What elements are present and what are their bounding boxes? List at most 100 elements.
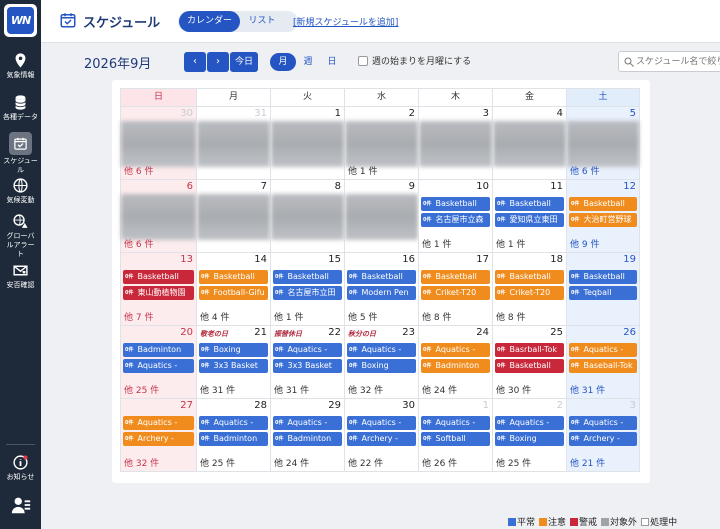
more-events-link[interactable]: 他 1 件: [422, 237, 451, 250]
sidebar-item-safety[interactable]: 安否確認: [0, 262, 41, 290]
more-events-link[interactable]: 他 30 件: [496, 383, 531, 396]
calendar-day[interactable]: 27 0件 Aquatics -0件 Archery -他 32 件: [120, 399, 196, 472]
calendar-day[interactable]: 24 0件 Aquatics -0件 Badminton 他 24 件: [418, 326, 492, 399]
event-chip[interactable]: 0件 東山動植物園: [123, 286, 194, 300]
today-button[interactable]: 今日: [230, 52, 258, 72]
more-events-link[interactable]: 他 1 件: [274, 310, 303, 323]
event-chip[interactable]: 0件 Basketball: [495, 197, 564, 211]
event-chip[interactable]: 0件 Basketball: [495, 270, 564, 284]
more-events-link[interactable]: 他 1 件: [348, 164, 377, 177]
calendar-day[interactable]: 2 他 1 件: [344, 107, 418, 180]
more-events-link[interactable]: 他 9 件: [570, 237, 599, 250]
event-chip[interactable]: 0件 愛知県立東田: [495, 213, 564, 227]
event-chip[interactable]: 0件 Boxing: [495, 432, 564, 446]
prev-month-button[interactable]: ‹: [184, 52, 206, 72]
event-chip[interactable]: 0件 Teqball: [569, 286, 637, 300]
view-week-button[interactable]: 週: [298, 53, 318, 71]
sidebar-item-notice[interactable]: お知らせ: [0, 454, 41, 482]
more-events-link[interactable]: 他 25 件: [124, 383, 159, 396]
event-chip[interactable]: 0件 Aquatics -: [123, 359, 194, 373]
event-chip[interactable]: 0件 Aquatics -: [199, 416, 268, 430]
search-box[interactable]: [618, 51, 720, 72]
event-chip[interactable]: 0件 Aquatics -: [347, 416, 416, 430]
event-chip[interactable]: 0件 Boxing: [347, 359, 416, 373]
calendar-day[interactable]: 10 0件 Basketball 0件 名古屋市立森他 1 件: [418, 180, 492, 253]
more-events-link[interactable]: 他 6 件: [124, 164, 153, 177]
more-events-link[interactable]: 他 21 件: [570, 456, 605, 469]
calendar-day[interactable]: 12 0件 Basketball 0件 大治町営野球他 9 件: [566, 180, 640, 253]
event-chip[interactable]: 0件 Aquatics -: [347, 343, 416, 357]
calendar-day[interactable]: 30 他 6 件: [120, 107, 196, 180]
event-chip[interactable]: 0件 Basketball: [569, 270, 637, 284]
more-events-link[interactable]: 他 5 件: [348, 310, 377, 323]
event-chip[interactable]: 0件 Basrball-Tok: [495, 343, 564, 357]
more-events-link[interactable]: 他 7 件: [124, 310, 153, 323]
calendar-day[interactable]: 29 0件 Aquatics -0件 Badminton 他 24 件: [270, 399, 344, 472]
more-events-link[interactable]: 他 32 件: [348, 383, 383, 396]
more-events-link[interactable]: 他 1 件: [496, 237, 525, 250]
more-events-link[interactable]: 他 22 件: [348, 456, 383, 469]
event-chip[interactable]: 0件 Basketball: [123, 270, 194, 284]
more-events-link[interactable]: 他 24 件: [422, 383, 457, 396]
event-chip[interactable]: 0件 Basketball: [495, 359, 564, 373]
calendar-day[interactable]: 28 0件 Aquatics -0件 Badminton 他 25 件: [196, 399, 270, 472]
sidebar-item-global-alert[interactable]: グローバルアラート: [0, 213, 41, 259]
event-chip[interactable]: 0件 Badminton: [421, 359, 490, 373]
calendar-day[interactable]: 3: [418, 107, 492, 180]
event-chip[interactable]: 0件 Badminton: [123, 343, 194, 357]
event-chip[interactable]: 0件 名古屋市立森: [421, 213, 490, 227]
calendar-day[interactable]: 8: [270, 180, 344, 253]
next-month-button[interactable]: ›: [207, 52, 229, 72]
calendar-day[interactable]: 16 0件 Basketball 0件 Modern Pen 他 5 件: [344, 253, 418, 326]
calendar-day[interactable]: 9: [344, 180, 418, 253]
event-chip[interactable]: 0件 Basketball: [199, 270, 268, 284]
event-chip[interactable]: 0件 Aquatics -: [421, 343, 490, 357]
event-chip[interactable]: 0件 Basketball: [273, 270, 342, 284]
calendar-day[interactable]: 20 0件 Badminton 0件 Aquatics -他 25 件: [120, 326, 196, 399]
calendar-day[interactable]: 11 0件 Basketball 0件 愛知県立東田他 1 件: [492, 180, 566, 253]
calendar-day[interactable]: 23 秋分の日 0件 Aquatics -0件 Boxing 他 32 件: [344, 326, 418, 399]
calendar-day[interactable]: 14 0件 Basketball 0件 Football-Gifu 他 4 件: [196, 253, 270, 326]
event-chip[interactable]: 0件 Aquatics -: [273, 343, 342, 357]
more-events-link[interactable]: 他 25 件: [200, 456, 235, 469]
event-chip[interactable]: 0件 Modern Pen: [347, 286, 416, 300]
event-chip[interactable]: 0件 大治町営野球: [569, 213, 637, 227]
event-chip[interactable]: 0件 Softball: [421, 432, 490, 446]
more-events-link[interactable]: 他 32 件: [124, 456, 159, 469]
sidebar-item-climate[interactable]: 気候変動: [0, 177, 41, 205]
calendar-day[interactable]: 13 0件 Basketball 0件 東山動植物園他 7 件: [120, 253, 196, 326]
more-events-link[interactable]: 他 31 件: [200, 383, 235, 396]
sidebar-item-weather[interactable]: 気象情報: [0, 52, 41, 80]
calendar-day[interactable]: 25 0件 Basrball-Tok 0件 Basketball 他 30 件: [492, 326, 566, 399]
more-events-link[interactable]: 他 31 件: [274, 383, 309, 396]
event-chip[interactable]: 0件 Aquatics -: [421, 416, 490, 430]
calendar-day[interactable]: 5 他 6 件: [566, 107, 640, 180]
event-chip[interactable]: 0件 Aquatics -: [569, 343, 637, 357]
event-chip[interactable]: 0件 Badminton: [273, 432, 342, 446]
calendar-day[interactable]: 7: [196, 180, 270, 253]
more-events-link[interactable]: 他 24 件: [274, 456, 309, 469]
calendar-day[interactable]: 6 他 6 件: [120, 180, 196, 253]
more-events-link[interactable]: 他 31 件: [570, 383, 605, 396]
event-chip[interactable]: 0件 Boxing: [199, 343, 268, 357]
monday-start-checkbox[interactable]: [358, 56, 368, 66]
user-menu[interactable]: [0, 494, 41, 518]
more-events-link[interactable]: 他 4 件: [200, 310, 229, 323]
calendar-day[interactable]: 26 0件 Aquatics -0件 Baseball-Tok 他 31 件: [566, 326, 640, 399]
event-chip[interactable]: 0件 Baseball-Tok: [569, 359, 637, 373]
event-chip[interactable]: 0件 Archery -: [347, 432, 416, 446]
calendar-day[interactable]: 22 振替休日 0件 Aquatics -0件 3x3 Basket 他 31 件: [270, 326, 344, 399]
more-events-link[interactable]: 他 6 件: [124, 237, 153, 250]
app-logo[interactable]: WN: [4, 4, 37, 37]
event-chip[interactable]: 0件 Basketball: [347, 270, 416, 284]
calendar-day[interactable]: 18 0件 Basketball 0件 Criket-T20 他 8 件: [492, 253, 566, 326]
search-input[interactable]: [636, 54, 720, 69]
calendar-day[interactable]: 31: [196, 107, 270, 180]
event-chip[interactable]: 0件 名古屋市立田: [273, 286, 342, 300]
event-chip[interactable]: 0件 3x3 Basket: [273, 359, 342, 373]
event-chip[interactable]: 0件 Aquatics -: [495, 416, 564, 430]
calendar-day[interactable]: 17 0件 Basketball 0件 Criket-T20 他 8 件: [418, 253, 492, 326]
event-chip[interactable]: 0件 Basketball: [569, 197, 637, 211]
event-chip[interactable]: 0件 Archery -: [123, 432, 194, 446]
calendar-day[interactable]: 15 0件 Basketball 0件 名古屋市立田他 1 件: [270, 253, 344, 326]
